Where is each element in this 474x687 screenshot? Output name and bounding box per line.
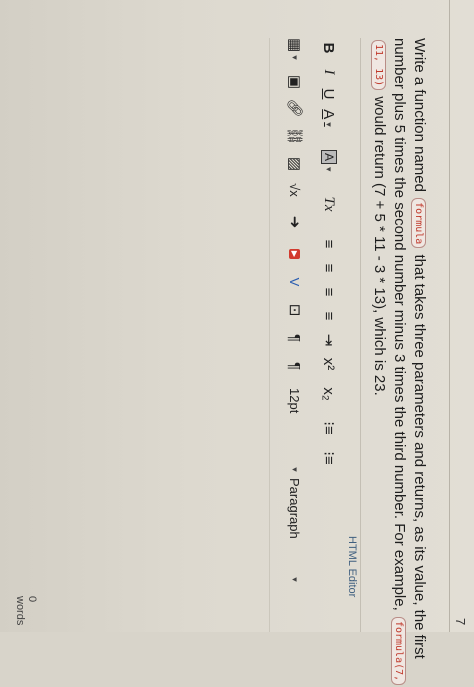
question-text-line2: number plus 5 times the second number mi… bbox=[391, 38, 408, 611]
justify-button[interactable]: ≡ bbox=[318, 306, 340, 326]
toolbar-row-1: B I U A ▾ A ▾ Tx ≡ ≡ ≡ ≡ ⇥ x² x₂ ⁝≡ ⁝≡ bbox=[316, 38, 342, 628]
ltr-icon: ¶ bbox=[286, 333, 304, 343]
numbered-list-button[interactable]: ⁝≡ bbox=[318, 448, 340, 468]
image-icon: ▨ bbox=[286, 156, 303, 172]
chevron-down-icon: ▾ bbox=[324, 167, 335, 172]
subscript-button[interactable]: x₂ bbox=[318, 384, 340, 404]
paragraph-select[interactable]: Paragraph bbox=[284, 478, 306, 539]
question-line-1: Write a function named formula that take… bbox=[409, 38, 429, 659]
rich-text-editor: HTML Editor B I U A ▾ A ▾ Tx ≡ ≡ ≡ ≡ ⇥ x² … bbox=[0, 38, 361, 632]
question-text-part1: Write a function named bbox=[411, 38, 428, 192]
background-color-button[interactable]: A ▾ bbox=[318, 150, 340, 172]
question-number: 7 bbox=[453, 618, 468, 626]
media-button[interactable]: ▣ bbox=[284, 72, 306, 92]
superscript-button[interactable]: x² bbox=[318, 354, 340, 374]
font-size-dropdown[interactable]: ▾ bbox=[284, 458, 306, 478]
unlink-button[interactable]: ⛓︎ bbox=[284, 126, 306, 146]
background-color-label: A bbox=[321, 150, 337, 165]
code-formula-args: 11, 13) bbox=[371, 40, 386, 91]
question-text: Write a function named formula that take… bbox=[369, 38, 429, 686]
embed-button[interactable]: ➜ bbox=[284, 212, 306, 232]
italic-button[interactable]: I bbox=[318, 62, 340, 82]
link-icon: 🔗︎ bbox=[286, 98, 303, 118]
code-formula: formula bbox=[411, 198, 426, 249]
question-text-line3: would return (7 + 5 * 11 - 3 * 13), whic… bbox=[371, 96, 388, 396]
question-text-part2: that takes three parameters and returns,… bbox=[411, 254, 428, 659]
editor-content-area[interactable] bbox=[9, 38, 270, 632]
youtube-button[interactable]: ▶ bbox=[284, 244, 306, 264]
ltr-button[interactable]: ¶ bbox=[284, 328, 306, 348]
clear-formatting-button[interactable]: Tx bbox=[318, 194, 340, 214]
bullet-list-button[interactable]: ⁝≡ bbox=[318, 418, 340, 438]
question-container: Write a function named formula that take… bbox=[0, 0, 450, 686]
indent-button[interactable]: ⇥ bbox=[318, 330, 340, 350]
font-size-select[interactable]: 12pt bbox=[284, 388, 306, 413]
text-color-button[interactable]: A ▾ bbox=[318, 108, 340, 128]
embed-icon: ➜ bbox=[286, 215, 303, 229]
chevron-down-icon: ▾ bbox=[290, 55, 301, 60]
vimeo-icon: V bbox=[287, 277, 303, 287]
video-button[interactable]: ⊡ bbox=[284, 300, 306, 320]
align-right-button[interactable]: ≡ bbox=[318, 282, 340, 302]
table-icon: ▦ bbox=[286, 38, 303, 53]
rtl-button[interactable]: ¶ bbox=[284, 356, 306, 376]
media-icon: ▣ bbox=[286, 74, 303, 90]
code-formula-call: formula(7, bbox=[391, 616, 406, 686]
youtube-icon: ▶ bbox=[289, 248, 301, 260]
image-button[interactable]: ▨ bbox=[284, 154, 306, 174]
toolbar-row-2: ▦ ▾ ▣ 🔗︎ ⛓︎ ▨ √x ➜ ▶ V ⊡ ¶ ¶ 12pt ▾ Parag… bbox=[282, 38, 308, 628]
chevron-down-icon: ▾ bbox=[290, 577, 301, 582]
text-color-label: A bbox=[320, 109, 338, 120]
vimeo-button[interactable]: V bbox=[284, 272, 306, 292]
paragraph-dropdown[interactable]: ▾ bbox=[284, 568, 306, 588]
screen-content: 7 Write a function named formula that ta… bbox=[0, 0, 474, 686]
video-icon: ⊡ bbox=[286, 303, 303, 317]
align-center-button[interactable]: ≡ bbox=[318, 258, 340, 278]
chevron-down-icon: ▾ bbox=[290, 467, 301, 472]
link-button[interactable]: 🔗︎ bbox=[284, 98, 306, 118]
table-button[interactable]: ▦ ▾ bbox=[284, 38, 306, 60]
html-editor-link[interactable]: HTML Editor bbox=[346, 536, 358, 597]
unlink-icon: ⛓︎ bbox=[286, 126, 303, 146]
underline-button[interactable]: U bbox=[318, 84, 340, 104]
bold-button[interactable]: B bbox=[318, 38, 340, 58]
align-left-button[interactable]: ≡ bbox=[318, 234, 340, 254]
question-line-3: 11, 13) would return (7 + 5 * 11 - 3 * 1… bbox=[369, 38, 389, 628]
chevron-down-icon: ▾ bbox=[324, 122, 335, 127]
rtl-icon: ¶ bbox=[286, 361, 304, 371]
word-count: 0 words bbox=[14, 596, 38, 626]
question-line-2: number plus 5 times the second number mi… bbox=[389, 38, 409, 686]
math-button[interactable]: √x bbox=[284, 180, 306, 200]
